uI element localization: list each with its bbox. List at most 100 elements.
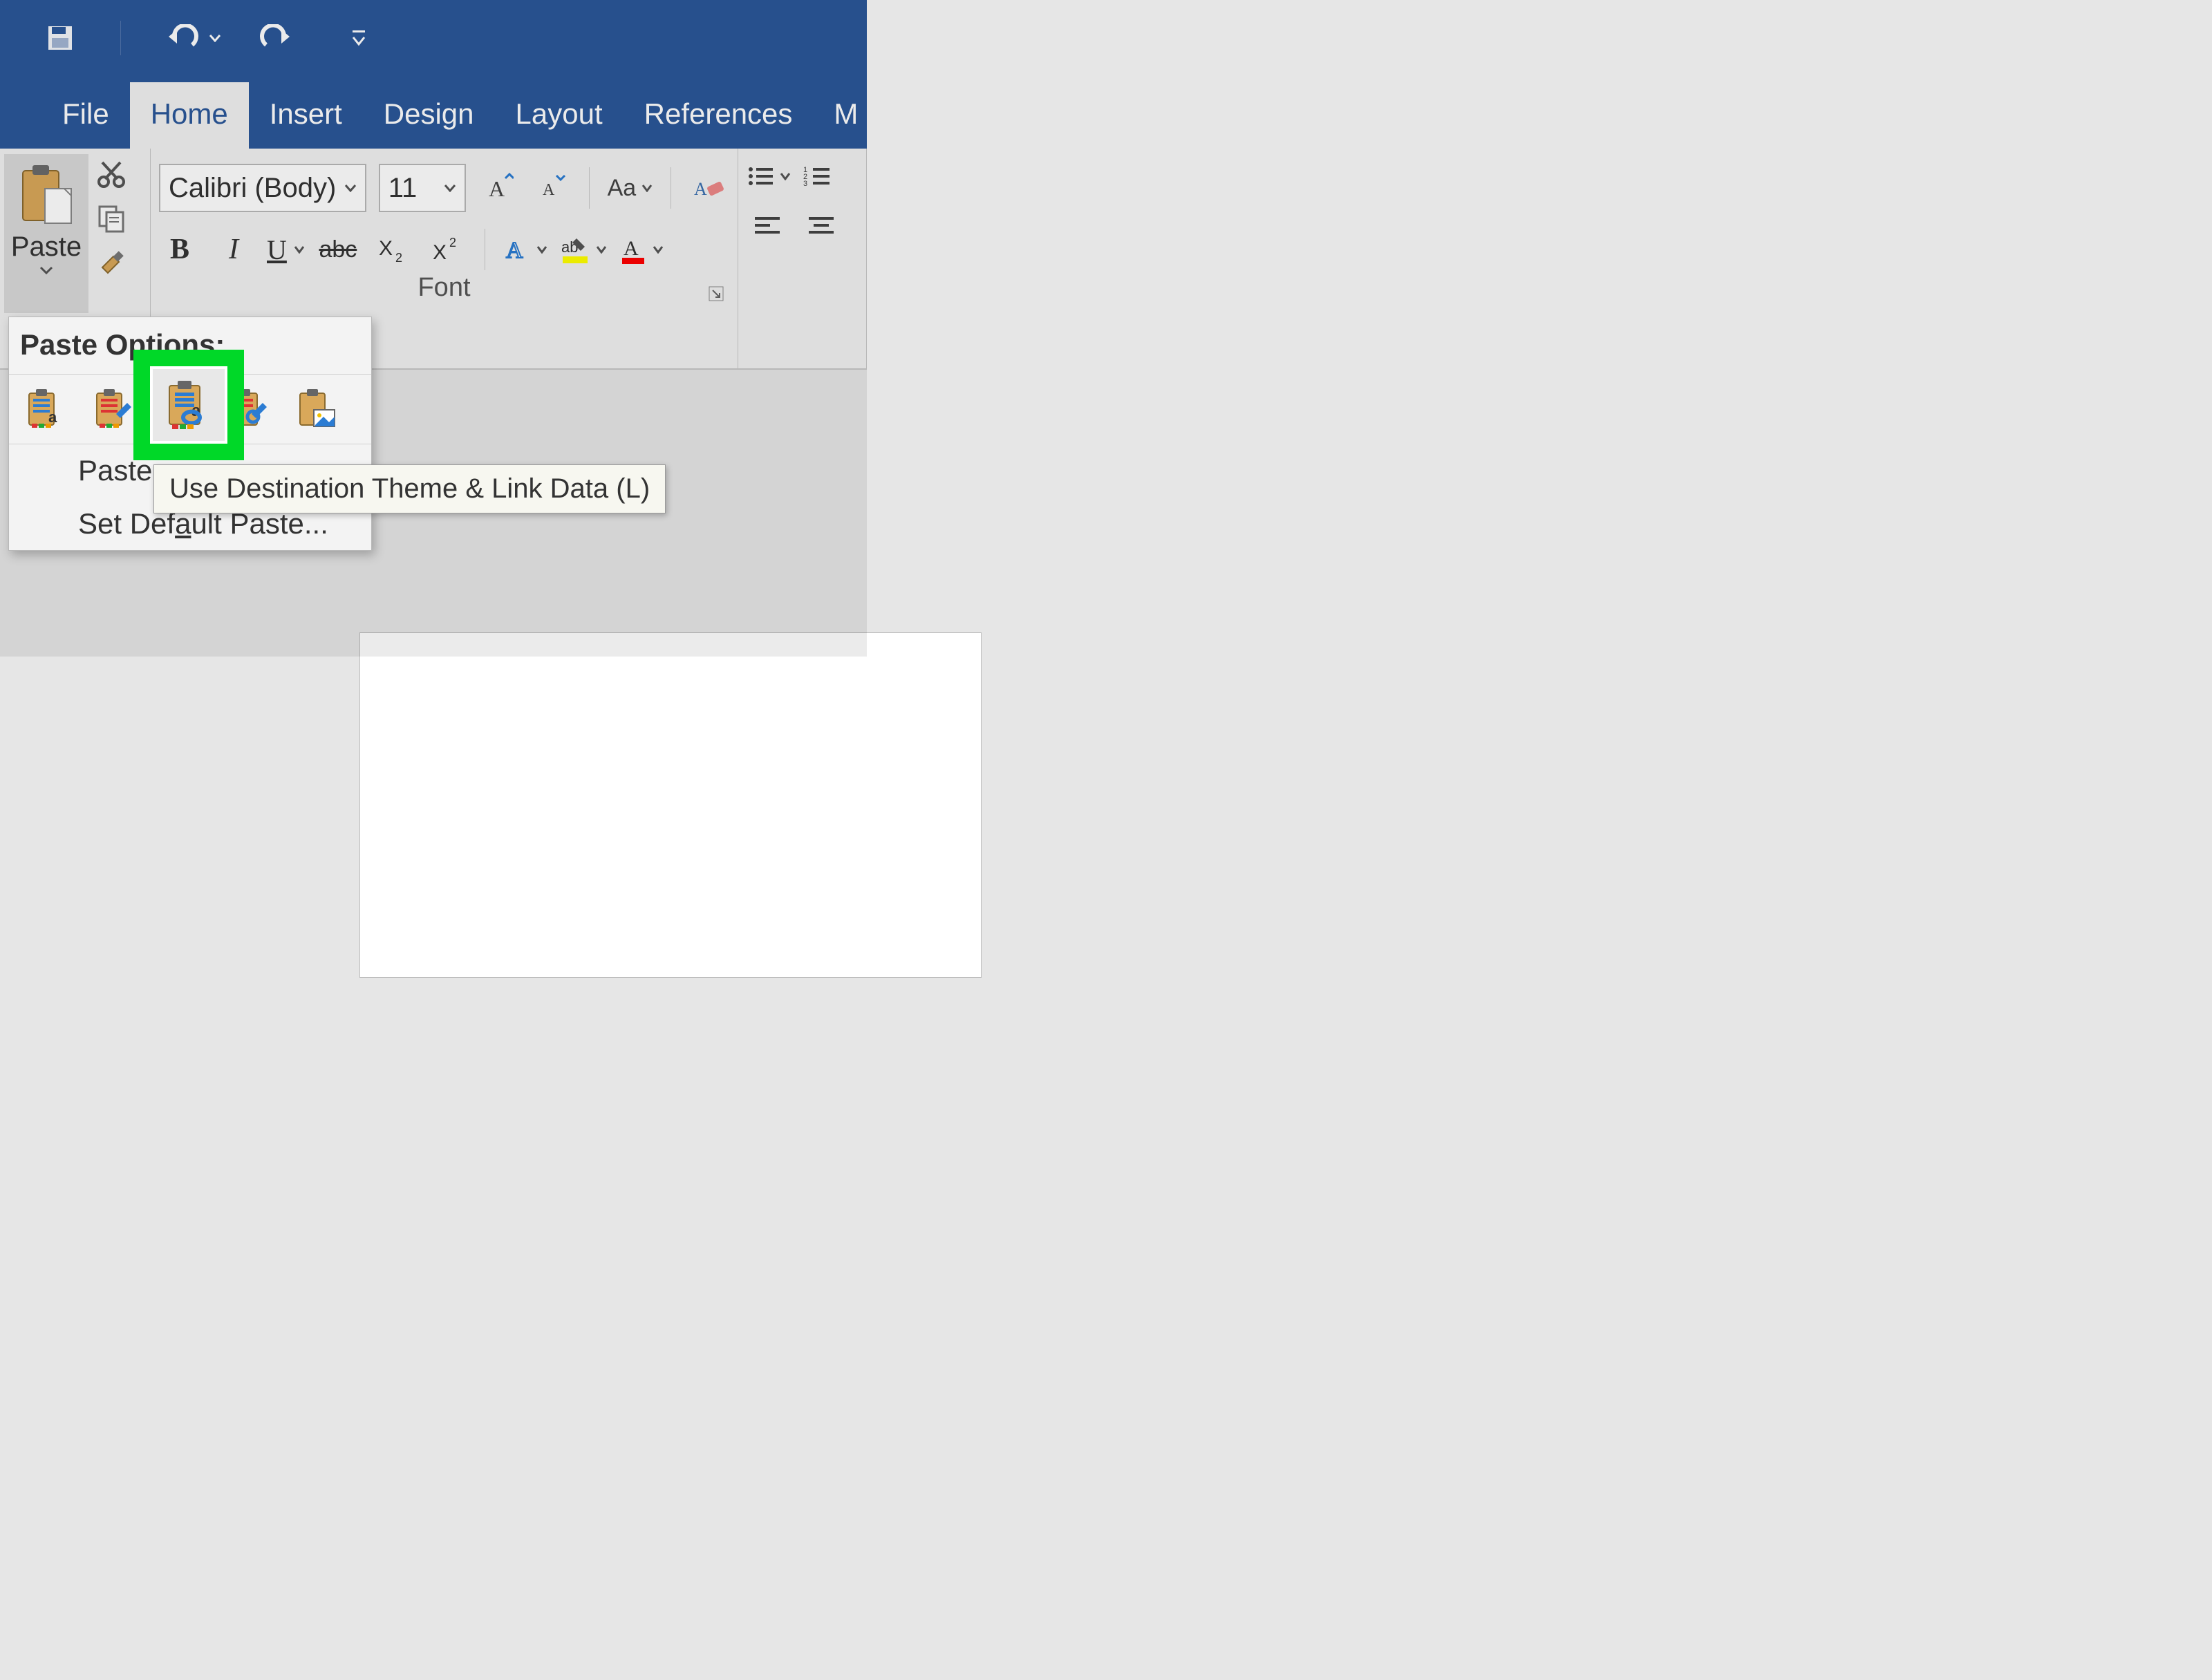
save-icon (45, 23, 75, 53)
highlight-icon: ab (560, 234, 590, 265)
align-left-button[interactable] (747, 205, 788, 247)
tab-mailings-partial[interactable]: M (813, 82, 879, 149)
grow-font-icon: A (483, 173, 514, 203)
dialog-launcher-icon (709, 286, 724, 301)
superscript-icon: X 2 (430, 236, 462, 263)
paragraph-group: 1 2 3 (738, 149, 867, 368)
svg-text:a: a (48, 408, 57, 426)
subscript-icon: X 2 (376, 236, 408, 263)
clear-formatting-button[interactable]: A (689, 167, 729, 209)
clipboard-icon (17, 161, 75, 227)
tab-file[interactable]: File (41, 82, 130, 149)
svg-text:A: A (624, 237, 639, 260)
clipboard-link-dest-theme-icon: a (161, 377, 216, 433)
copy-button[interactable] (95, 202, 127, 234)
chevron-down-icon (596, 245, 607, 254)
copy-icon (95, 202, 127, 234)
underline-button[interactable]: U (267, 234, 305, 266)
font-color-icon: A (619, 234, 647, 265)
eraser-icon: A (693, 174, 726, 202)
italic-icon: I (229, 233, 238, 266)
change-case-button[interactable]: Aa (608, 175, 653, 202)
paste-option-tooltip: Use Destination Theme & Link Data (L) (153, 464, 666, 513)
svg-text:A: A (489, 176, 505, 201)
paintbrush-icon (95, 247, 127, 279)
chevron-down-icon (39, 265, 54, 275)
scissors-icon (95, 158, 127, 190)
highlight-color-button[interactable]: ab (560, 234, 607, 265)
font-dialog-launcher[interactable] (709, 286, 724, 301)
svg-text:3: 3 (803, 180, 807, 188)
paste-as-picture[interactable] (290, 381, 344, 435)
bullets-icon (747, 164, 774, 189)
grow-font-button[interactable]: A (478, 167, 518, 209)
font-color-button[interactable]: A (619, 234, 664, 265)
tab-home[interactable]: Home (130, 82, 249, 149)
customize-qat-icon (351, 29, 366, 47)
cut-button[interactable] (95, 158, 127, 190)
chevron-down-icon (653, 245, 664, 254)
redo-button[interactable] (259, 24, 292, 52)
bold-button[interactable]: B (159, 229, 200, 270)
underline-icon: U (267, 234, 287, 266)
quick-access-toolbar (0, 0, 867, 76)
bullets-button[interactable] (747, 164, 791, 189)
svg-text:A: A (543, 181, 555, 199)
chevron-down-icon (641, 184, 653, 192)
document-page[interactable] (359, 632, 982, 978)
subscript-button[interactable]: X 2 (371, 229, 413, 270)
font-group-label: Font (159, 270, 729, 307)
superscript-button[interactable]: X 2 (425, 229, 467, 270)
svg-text:2: 2 (449, 236, 456, 249)
font-family-value: Calibri (Body) (169, 173, 336, 204)
chevron-down-icon (344, 184, 357, 192)
tab-layout[interactable]: Layout (495, 82, 624, 149)
tab-insert[interactable]: Insert (249, 82, 363, 149)
svg-text:A: A (506, 238, 523, 263)
svg-text:2: 2 (395, 251, 402, 263)
change-case-label: Aa (608, 175, 637, 202)
clipboard-dest-styles-icon (91, 386, 135, 431)
svg-text:X: X (433, 241, 447, 263)
numbering-icon: 1 2 3 (803, 164, 831, 189)
svg-text:A: A (694, 179, 707, 199)
paste-split-button[interactable]: Paste (4, 154, 88, 313)
clipboard-picture-icon (294, 386, 339, 431)
align-center-icon (807, 214, 835, 238)
tutorial-highlight: a (133, 350, 244, 460)
shrink-font-button[interactable]: A (531, 167, 571, 209)
paste-dropdown-arrow[interactable] (39, 265, 54, 275)
chevron-down-icon (209, 34, 221, 42)
customize-qat-button[interactable] (351, 29, 366, 47)
align-left-icon (753, 214, 781, 238)
numbering-button[interactable]: 1 2 3 (803, 164, 831, 189)
paste-use-destination-styles[interactable] (86, 381, 140, 435)
bold-icon: B (170, 233, 189, 266)
redo-icon (259, 24, 292, 52)
font-size-combo[interactable]: 11 (379, 164, 466, 212)
svg-text:X: X (379, 237, 393, 260)
undo-icon (166, 24, 199, 52)
chevron-down-icon (444, 184, 456, 192)
paste-link-dest-theme-highlighted[interactable]: a (150, 366, 227, 444)
text-effects-icon: A (503, 236, 531, 263)
chevron-down-icon (536, 245, 547, 254)
clipboard-keep-source-icon: a (24, 386, 68, 431)
align-center-button[interactable] (800, 205, 842, 247)
paste-keep-source-formatting[interactable]: a (19, 381, 73, 435)
separator (589, 167, 590, 209)
font-family-combo[interactable]: Calibri (Body) (159, 164, 366, 212)
strikethrough-icon: abc (319, 236, 357, 263)
paste-label: Paste (11, 232, 82, 263)
italic-button[interactable]: I (213, 229, 254, 270)
chevron-down-icon (780, 172, 791, 180)
tab-design[interactable]: Design (363, 82, 495, 149)
undo-button[interactable] (166, 24, 221, 52)
tab-references[interactable]: References (624, 82, 814, 149)
format-painter-button[interactable] (95, 247, 127, 279)
font-size-value: 11 (388, 173, 418, 204)
text-effects-button[interactable]: A (503, 236, 547, 263)
strikethrough-button[interactable]: abc (317, 229, 359, 270)
chevron-down-icon (294, 245, 305, 254)
save-button[interactable] (45, 23, 75, 53)
